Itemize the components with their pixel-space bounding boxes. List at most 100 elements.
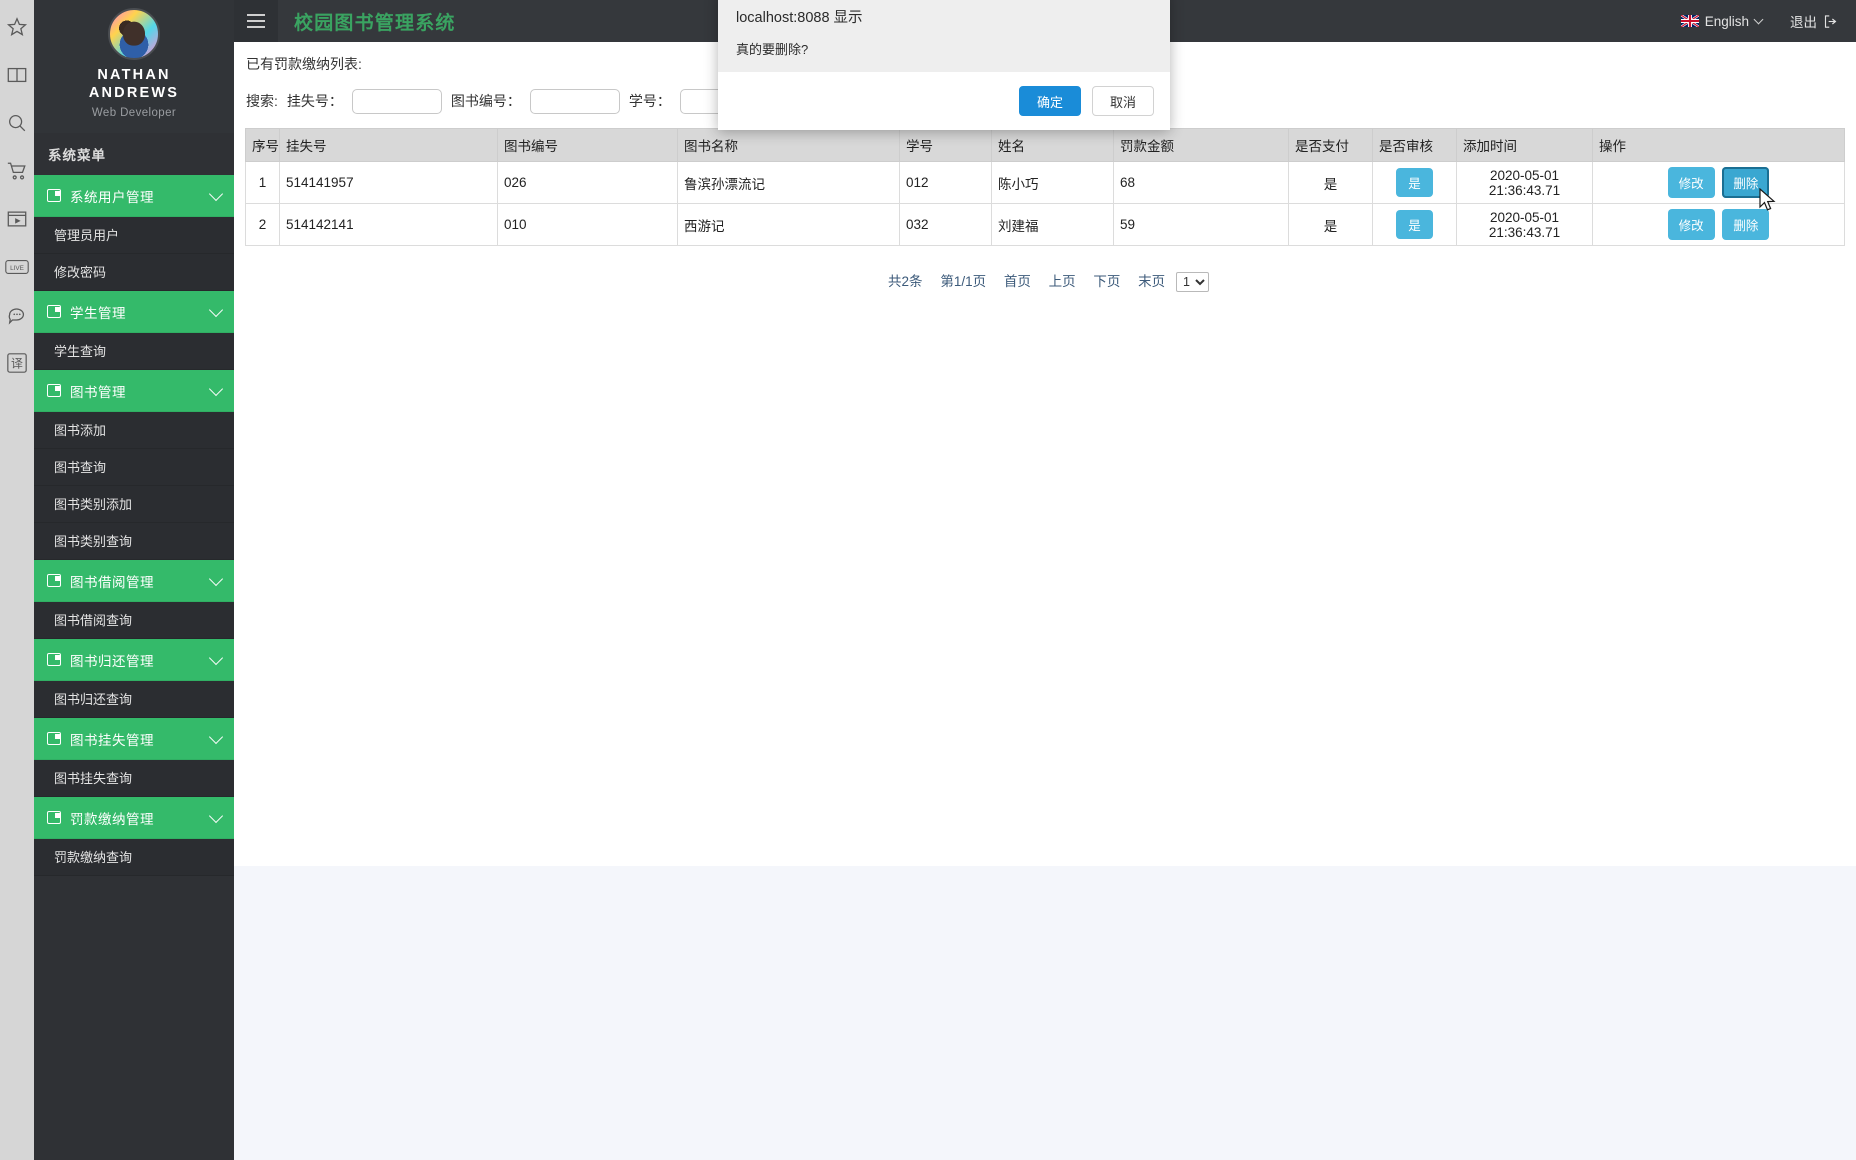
edit-button[interactable]: 修改 (1667, 209, 1715, 240)
folder-icon (47, 305, 61, 318)
menu-toggle-button[interactable] (234, 0, 278, 42)
student-no-label: 学号： (628, 93, 671, 109)
cart-icon[interactable] (4, 158, 30, 184)
col-paid: 是否支付 (1288, 128, 1373, 162)
cell-book-name: 西游记 (677, 203, 900, 246)
logout-label: 退出 (1790, 15, 1817, 30)
col-index: 序号 (245, 128, 280, 162)
chevron-down-icon (208, 650, 224, 665)
cell-audited: 是 (1372, 203, 1457, 246)
menu-title: 系统菜单 (34, 133, 234, 175)
folder-icon (47, 384, 61, 397)
page-info: 第1/1页 (940, 274, 987, 289)
sidebar-item-book-query[interactable]: 图书查询 (34, 449, 234, 486)
svg-text:LIVE: LIVE (10, 265, 24, 272)
dialog-cancel-button[interactable]: 取消 (1092, 86, 1154, 116)
dialog-header: localhost:8088 显示 真的要删除? (718, 0, 1170, 72)
loss-no-input[interactable] (351, 88, 442, 114)
uk-flag-icon (1680, 15, 1699, 27)
dialog-message: 真的要删除? (736, 42, 809, 57)
chevron-down-icon (208, 729, 224, 744)
chat-icon[interactable] (4, 302, 30, 328)
chevron-down-icon (208, 381, 224, 396)
audit-status-button[interactable]: 是 (1396, 210, 1433, 239)
book-icon[interactable] (4, 62, 30, 88)
cell-book-no: 010 (497, 203, 678, 246)
cell-student-no: 012 (899, 161, 992, 204)
delete-button[interactable]: 删除 (1722, 167, 1770, 198)
col-name: 姓名 (991, 128, 1114, 162)
sidebar-item-admin-user[interactable]: 管理员用户 (34, 217, 234, 254)
folder-icon (47, 189, 61, 202)
video-icon[interactable] (4, 206, 30, 232)
hamburger-icon (247, 20, 265, 22)
chevron-down-icon (208, 186, 224, 201)
sidebar-group-fine[interactable]: 罚款缴纳管理 (34, 797, 234, 839)
delete-button[interactable]: 删除 (1722, 209, 1770, 240)
cell-loss-no: 514142141 (279, 203, 498, 246)
translate-icon[interactable]: 译 (4, 350, 30, 376)
sidebar-group-book[interactable]: 图书管理 (34, 370, 234, 412)
language-selector[interactable]: English (1680, 14, 1764, 29)
sidebar-group-borrow[interactable]: 图书借阅管理 (34, 560, 234, 602)
book-no-input[interactable] (529, 88, 620, 114)
sidebar-item-loss-query[interactable]: 图书挂失查询 (34, 760, 234, 797)
cell-added-time: 2020-05-01 21:36:43.71 (1456, 203, 1593, 246)
cell-book-no: 026 (497, 161, 678, 204)
edit-button[interactable]: 修改 (1667, 167, 1715, 198)
sidebar-item-fine-query[interactable]: 罚款缴纳查询 (34, 839, 234, 876)
col-book-name: 图书名称 (677, 128, 900, 162)
prev-page-link[interactable]: 上页 (1049, 274, 1076, 289)
dialog-ok-button[interactable]: 确定 (1019, 86, 1081, 116)
sidebar-item-student-query[interactable]: 学生查询 (34, 333, 234, 370)
sidebar-item-return-query[interactable]: 图书归还查询 (34, 681, 234, 718)
last-page-link[interactable]: 末页 (1138, 274, 1165, 289)
cell-paid: 是 (1288, 203, 1373, 246)
loss-no-label: 挂失号： (286, 93, 343, 109)
sidebar-group-return[interactable]: 图书归还管理 (34, 639, 234, 681)
sidebar-item-borrow-query[interactable]: 图书借阅查询 (34, 602, 234, 639)
profile-name-line1: NATHAN (97, 67, 171, 83)
search-prefix-label: 搜索: (246, 93, 278, 109)
confirm-dialog: localhost:8088 显示 真的要删除? 确定 取消 (718, 0, 1170, 130)
first-page-link[interactable]: 首页 (1004, 274, 1031, 289)
cell-name: 刘建福 (991, 203, 1114, 246)
next-page-link[interactable]: 下页 (1093, 274, 1120, 289)
cell-name: 陈小巧 (991, 161, 1114, 204)
cell-audited: 是 (1372, 161, 1457, 204)
profile-name-line2: ANDREWS (88, 85, 180, 101)
search-icon[interactable] (4, 110, 30, 136)
sidebar-group-student[interactable]: 学生管理 (34, 291, 234, 333)
sidebar-group-label: 学生管理 (70, 305, 126, 321)
total-count: 共2条 (888, 274, 923, 289)
sidebar-group-label: 罚款缴纳管理 (70, 811, 154, 827)
book-no-label: 图书编号： (450, 93, 521, 109)
profile-role: Web Developer (91, 107, 177, 119)
sidebar: NATHAN ANDREWS Web Developer 系统菜单 系统用户管理… (34, 0, 234, 1160)
logout-icon (1824, 14, 1837, 28)
table-row: 2 514142141 010 西游记 032 刘建福 59 是 是 2020-… (245, 203, 1845, 246)
sidebar-group-system-users[interactable]: 系统用户管理 (34, 175, 234, 217)
sidebar-item-book-add[interactable]: 图书添加 (34, 412, 234, 449)
table-header-row: 序号 挂失号 图书编号 图书名称 学号 姓名 罚款金额 是否支付 是否审核 添加… (245, 128, 1845, 162)
sidebar-item-book-category-query[interactable]: 图书类别查询 (34, 523, 234, 560)
star-icon[interactable] (4, 14, 30, 40)
sidebar-item-change-password[interactable]: 修改密码 (34, 254, 234, 291)
sidebar-group-loss[interactable]: 图书挂失管理 (34, 718, 234, 760)
dialog-origin: localhost:8088 显示 (736, 10, 863, 26)
sidebar-item-book-category-add[interactable]: 图书类别添加 (34, 486, 234, 523)
folder-icon (47, 732, 61, 745)
col-fine: 罚款金额 (1113, 128, 1289, 162)
logout-button[interactable]: 退出 (1790, 11, 1838, 31)
page-select[interactable]: 1 (1175, 272, 1209, 292)
pagination: 共2条 第1/1页 首页 上页 下页 末页 1 (234, 270, 1856, 292)
sidebar-group-label: 图书管理 (70, 384, 126, 400)
col-audited: 是否审核 (1372, 128, 1457, 162)
chevron-down-icon (1753, 14, 1764, 24)
sidebar-group-label: 图书归还管理 (70, 653, 154, 669)
page-title: 校园图书管理系统 (294, 12, 456, 34)
col-added-time: 添加时间 (1456, 128, 1593, 162)
live-icon[interactable]: LIVE (4, 254, 30, 280)
avatar (108, 8, 160, 60)
audit-status-button[interactable]: 是 (1396, 168, 1433, 197)
